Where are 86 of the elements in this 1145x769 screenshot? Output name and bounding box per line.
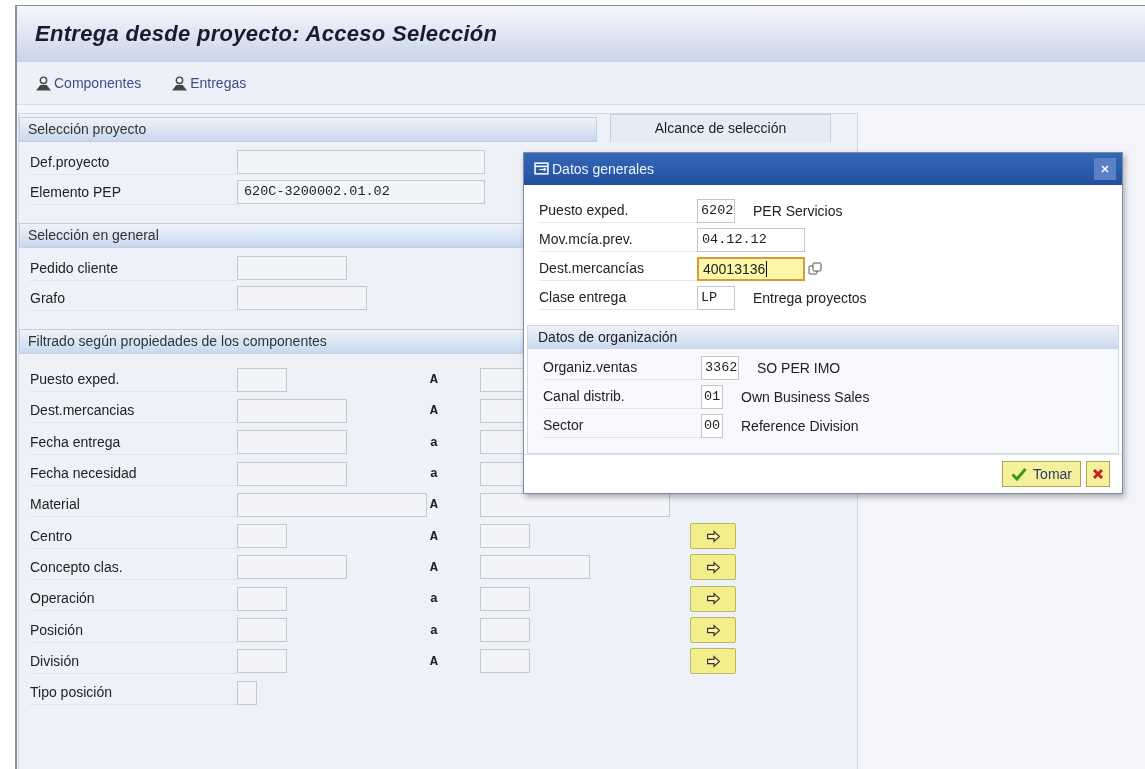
field-label: Fecha entrega <box>30 429 237 455</box>
input-field[interactable]: 620C-3200002.01.02 <box>237 180 485 204</box>
input-field[interactable] <box>237 286 367 310</box>
field-description: SO PER IMO <box>757 359 841 376</box>
text-cursor <box>766 260 768 277</box>
input-field[interactable]: 01 <box>701 384 723 409</box>
field-label: Concepto clas. <box>30 554 237 580</box>
arrow-icon <box>705 529 721 543</box>
range-label: A <box>430 653 438 669</box>
range-label: a <box>430 466 438 482</box>
checkmark-icon <box>1011 466 1028 481</box>
field-label: Grafo <box>30 285 237 311</box>
input-field[interactable] <box>480 618 530 642</box>
close-icon <box>1092 467 1104 480</box>
toolbar-button[interactable]: Entregas <box>167 75 251 91</box>
field-label: Fecha necesidad <box>30 461 237 487</box>
input-field[interactable]: 00 <box>701 413 723 438</box>
screen-title: Entrega desde proyecto: Acceso Selección <box>35 21 498 47</box>
multiple-selection-button[interactable] <box>690 523 736 550</box>
multiple-selection-button[interactable] <box>690 554 736 581</box>
field-label: Material <box>30 492 237 518</box>
range-label: A <box>430 528 438 544</box>
field-label: Posición <box>30 617 237 643</box>
confirm-button[interactable]: Tomar <box>1002 460 1081 487</box>
field-label: Dest.mercancias <box>30 398 237 424</box>
field-description: Entrega proyectos <box>753 289 867 306</box>
range-label: a <box>430 434 438 450</box>
input-field[interactable] <box>480 524 530 549</box>
input-field[interactable] <box>480 492 670 517</box>
range-label: A <box>430 497 438 513</box>
dialog-title: Datos generales <box>552 160 654 177</box>
field-label: Puesto exped. <box>30 367 237 393</box>
input-field[interactable] <box>237 680 257 705</box>
input-field[interactable] <box>237 555 347 580</box>
range-label: A <box>430 559 438 575</box>
arrow-icon <box>705 560 721 574</box>
field-description: PER Servicios <box>753 202 843 219</box>
input-field[interactable] <box>480 649 530 674</box>
input-field[interactable]: LP <box>697 285 735 310</box>
field-label: Def.proyecto <box>30 149 237 175</box>
input-field[interactable] <box>237 430 347 455</box>
input-field[interactable] <box>237 649 287 674</box>
person-icon <box>35 75 52 91</box>
input-field[interactable] <box>237 461 347 486</box>
input-field[interactable] <box>237 398 347 423</box>
section-header: Datos de organización <box>528 325 1118 349</box>
multiple-selection-button[interactable] <box>690 617 736 643</box>
input-field[interactable] <box>237 618 287 642</box>
input-field[interactable]: 04.12.12 <box>697 227 805 252</box>
range-label: a <box>430 591 438 607</box>
window-icon <box>534 162 549 176</box>
input-field[interactable] <box>237 150 485 174</box>
range-label: A <box>430 372 438 388</box>
close-button[interactable] <box>1094 157 1116 180</box>
arrow-icon <box>705 623 721 637</box>
arrow-icon <box>705 654 721 668</box>
field-label: Elemento PEP <box>30 179 237 205</box>
multiple-selection-button[interactable] <box>690 585 736 612</box>
input-field[interactable] <box>237 256 347 280</box>
input-field[interactable]: 6202 <box>697 198 735 223</box>
section-header: Selección proyecto <box>19 117 597 142</box>
cancel-button[interactable] <box>1086 460 1110 487</box>
arrow-icon <box>705 592 721 606</box>
field-label: Pedido cliente <box>30 255 237 281</box>
field-label: Centro <box>30 523 237 549</box>
input-field[interactable]: 3362 <box>701 355 739 380</box>
input-field[interactable] <box>480 555 590 580</box>
input-field[interactable] <box>237 492 427 517</box>
person-icon <box>171 75 189 91</box>
field-label: Tipo posición <box>30 680 237 706</box>
toolbar-button[interactable]: Componentes <box>31 75 146 91</box>
input-field[interactable] <box>237 586 287 611</box>
input-field[interactable] <box>237 367 287 392</box>
field-label: División <box>30 648 237 674</box>
input-field[interactable] <box>237 524 287 549</box>
copy-icon[interactable] <box>808 261 822 276</box>
range-label: A <box>430 403 438 419</box>
range-label: a <box>430 622 438 638</box>
field-label: Operación <box>30 586 237 612</box>
field-description: Reference Division <box>741 417 859 434</box>
input-field[interactable]: 40013136 <box>697 256 805 281</box>
input-field[interactable] <box>480 586 530 611</box>
multiple-selection-button[interactable] <box>690 648 736 675</box>
close-icon <box>1100 163 1110 174</box>
field-description: Own Business Sales <box>741 388 870 405</box>
tab[interactable]: Alcance de selección <box>610 114 831 142</box>
